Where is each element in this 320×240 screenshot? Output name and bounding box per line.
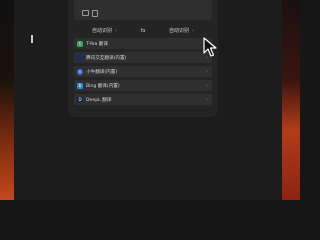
service-logo-icon: t bbox=[77, 40, 83, 47]
source-text-area[interactable] bbox=[74, 0, 212, 20]
service-logo-icon bbox=[77, 54, 83, 61]
service-item[interactable]: D DeepL 翻译 › bbox=[74, 94, 212, 105]
clipboard-icon[interactable] bbox=[92, 10, 98, 17]
language-bar: 自动识别 › ⇆ 自动识别 › bbox=[74, 25, 212, 36]
service-name: T-Yea 翻译 bbox=[86, 41, 108, 47]
chevron-right-icon: › bbox=[206, 82, 208, 89]
chevron-down-icon: › bbox=[192, 27, 194, 34]
service-list: t T-Yea 翻译 › 腾讯交互翻译(内置) › n 小牛翻译(内置) › b… bbox=[74, 38, 212, 108]
mouse-pointer-icon bbox=[203, 37, 217, 57]
chevron-down-icon: › bbox=[115, 27, 117, 34]
service-logo-icon: D bbox=[77, 96, 83, 103]
chevron-right-icon: › bbox=[206, 96, 208, 103]
service-name: 腾讯交互翻译(内置) bbox=[86, 55, 127, 61]
service-item[interactable]: b Bing 翻译(内置) › bbox=[74, 80, 212, 91]
swap-languages-button[interactable]: ⇆ bbox=[135, 27, 151, 34]
target-language-label: 自动识别 bbox=[168, 28, 189, 34]
desktop-wallpaper-right bbox=[282, 0, 300, 200]
text-caret bbox=[31, 35, 33, 43]
service-logo-icon: b bbox=[77, 82, 83, 89]
target-language-select[interactable]: 自动识别 › bbox=[151, 25, 212, 36]
service-name: DeepL 翻译 bbox=[86, 97, 112, 103]
source-language-label: 自动识别 bbox=[91, 28, 112, 34]
service-name: Bing 翻译(内置) bbox=[86, 83, 120, 89]
service-name: 小牛翻译(内置) bbox=[86, 69, 118, 75]
service-item[interactable]: n 小牛翻译(内置) › bbox=[74, 66, 212, 77]
source-language-select[interactable]: 自动识别 › bbox=[74, 25, 135, 36]
service-logo-icon: n bbox=[77, 68, 83, 75]
service-item[interactable]: t T-Yea 翻译 › bbox=[74, 38, 212, 49]
translator-popup: 自动识别 › ⇆ 自动识别 › t T-Yea 翻译 › 腾讯交互翻译(内置) … bbox=[68, 0, 218, 117]
service-item[interactable]: 腾讯交互翻译(内置) › bbox=[74, 52, 212, 63]
desktop-wallpaper-left bbox=[0, 0, 14, 200]
chevron-right-icon: › bbox=[206, 68, 208, 75]
copy-icon[interactable] bbox=[82, 10, 89, 16]
